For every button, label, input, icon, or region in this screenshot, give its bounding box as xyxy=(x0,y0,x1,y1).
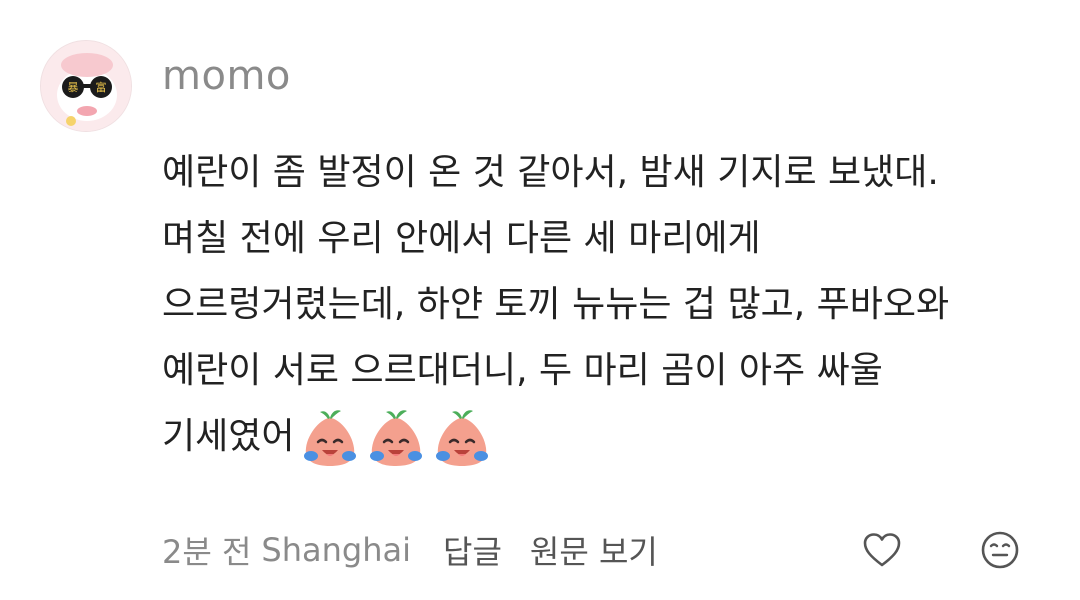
comment-line-text: 기세였어 xyxy=(162,416,295,457)
timestamp: 2분 전 xyxy=(162,533,252,571)
comment-meta: 2분 전 Shanghai 답글 원문 보기 xyxy=(162,522,658,578)
location: Shanghai xyxy=(261,531,411,569)
comment-line: 으르렁거렸는데, 하얀 토끼 뉴뉴는 겁 많고, 푸바오와 xyxy=(162,284,950,325)
username[interactable]: momo xyxy=(162,50,291,102)
crying-laughing-peach-icon xyxy=(430,406,494,470)
avatar-badge-left: 暴 xyxy=(68,81,79,94)
comment-line: 예란이 좀 발정이 온 것 같아서, 밤새 기지로 보냈대. xyxy=(162,152,939,193)
emoji-react-button[interactable] xyxy=(976,526,1024,574)
panda-sunglasses-avatar-icon: 暴 富 xyxy=(41,41,131,131)
comment-body: 예란이 좀 발정이 온 것 같아서, 밤새 기지로 보냈대. 며칠 전에 우리 … xyxy=(162,140,1022,470)
reply-button[interactable]: 답글 xyxy=(443,527,502,573)
emoji-row xyxy=(298,406,494,470)
comment-line: 예란이 서로 으르대더니, 두 마리 곰이 아주 싸울 xyxy=(162,350,883,391)
user-avatar[interactable]: 暴 富 xyxy=(40,40,132,132)
crying-laughing-peach-icon xyxy=(298,406,362,470)
heart-outline-icon xyxy=(863,533,901,567)
emoji-face-icon xyxy=(981,531,1019,569)
comment-last-line: 기세였어 xyxy=(162,404,1022,470)
avatar-badge-right: 富 xyxy=(96,80,107,94)
like-button[interactable] xyxy=(858,526,906,574)
comment-line: 며칠 전에 우리 안에서 다른 세 마리에게 xyxy=(162,218,761,259)
view-original-button[interactable]: 원문 보기 xyxy=(530,527,658,573)
crying-laughing-peach-icon xyxy=(364,406,428,470)
